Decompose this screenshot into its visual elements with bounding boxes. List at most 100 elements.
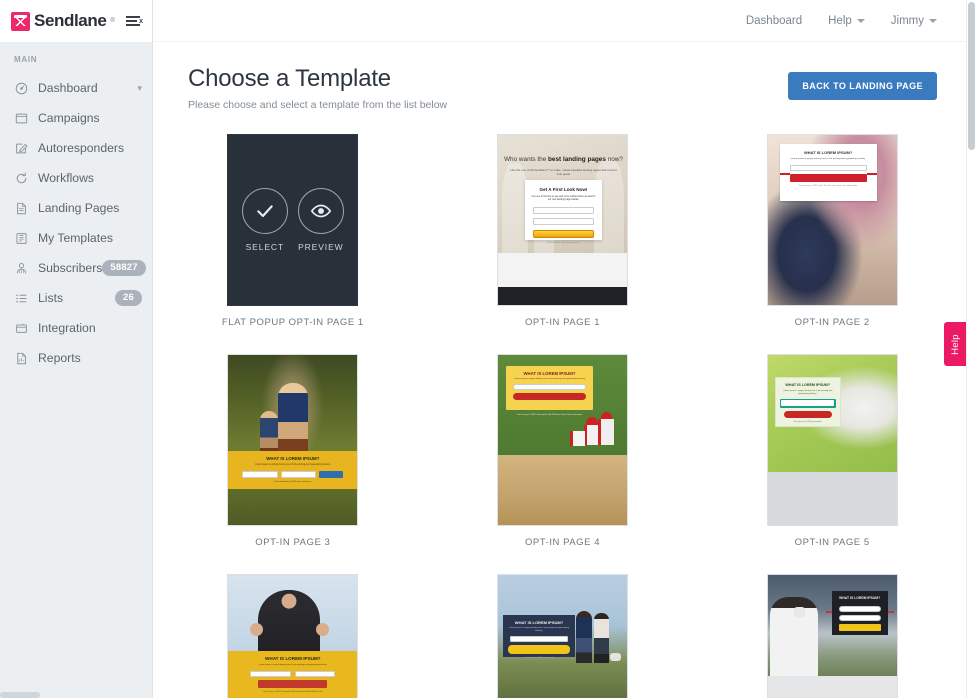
template-card[interactable]: WHAT IS LOREM IPSUM? Lorem Ipsum is simp… [727,134,937,328]
thumb-person [258,590,321,652]
template-preview-action[interactable]: PREVIEW [297,188,344,252]
thumb-cta-button [507,645,570,654]
sidebar-horizontal-scrollbar[interactable] [0,692,152,698]
template-card[interactable]: WHAT IS LOREM IPSUM? Lorem Ipsum is simp… [458,354,668,548]
template-thumbnail[interactable]: WHAT IS LOREM IPSUM? Lorem Ipsum is simp… [766,134,898,306]
thumb-form-sub: Lorem Ipsum is simply dummy text of the … [258,664,327,666]
brand-trademark: ® [110,18,115,24]
template-thumbnail[interactable]: WHAT IS LOREM IPSUM? Lorem Ipsum is simp… [496,354,628,526]
template-hover-overlay: SELECT PREVIEW [228,135,358,305]
thumb-field [509,636,568,642]
thumb-footnote: Your privacy is 100% safe. We will never… [798,185,858,188]
content-scroll-region: Choose a Template Please choose and sele… [153,42,975,698]
thumb-form-sub: Get one of the first to see and to be no… [531,195,596,202]
sidebar-item-my-templates[interactable]: My Templates [0,223,152,253]
sidebar-item-reports[interactable]: Reports [0,343,152,373]
thumb-field [789,165,867,172]
topbar-menu-help[interactable]: Help [828,15,865,27]
help-tab-label: Help [949,333,961,355]
sidebar-item-dashboard[interactable]: Dashboard ▾ [0,73,152,103]
template-select-action[interactable]: SELECT [241,188,288,252]
thumb-field [838,606,881,612]
thumb-form-title: WHAT IS LOREM IPSUM? [803,150,853,155]
sidebar-item-lists[interactable]: Lists 26 [0,283,152,313]
sidebar: Sendlane ® x MAIN Dashboard ▾ Campaigns [0,0,153,698]
template-thumbnail[interactable]: WHAT IS LOREM IPSUM? Lorem Ipsum is simp… [227,354,359,526]
thumb-form-title: Get A First Look Now! [539,187,588,192]
thumb-form: WHAT IS LOREM IPSUM? Lorem Ipsum is simp… [779,144,877,201]
collapse-sidebar-icon[interactable]: x [126,14,143,28]
brand-logo[interactable]: Sendlane ® [11,11,115,31]
template-thumbnail[interactable]: WHAT IS LOREM IPSUM? Lorem Ipsum is simp… [496,574,628,698]
main-area: Dashboard Help Jimmy Choose a Template P… [153,0,975,698]
thumb-cta-button [789,174,867,183]
template-name: OPT-IN PAGE 5 [794,537,870,548]
thumb-footnote: 100% Secure. We hate spam too. [547,241,580,244]
topbar-link-dashboard[interactable]: Dashboard [746,15,802,27]
eye-icon [297,188,344,234]
page-header: Choose a Template Please choose and sele… [188,64,937,111]
thumb-field [242,471,278,478]
template-card[interactable]: WHAT IS LOREM IPSUM? Lorem Ipsum is simp… [188,354,398,548]
sidebar-item-label: My Templates [38,231,113,245]
landing-pages-icon [14,201,29,216]
template-card[interactable]: WHAT IS LOREM IPSUM? Lorem Ipsum is simp… [188,574,398,698]
help-tab-button[interactable]: Help [944,322,966,366]
thumb-cta-button [783,410,832,418]
thumb-cta-button [319,471,344,478]
topbar-help-label: Help [828,14,852,27]
sidebar-item-campaigns[interactable]: Campaigns [0,103,152,133]
thumb-empty-section [767,472,897,525]
subscribers-icon [14,261,29,276]
thumb-form-title: WHAT IS LOREM IPSUM? [785,383,830,387]
thumb-form: WHAT IS LOREM IPSUM? Lorem Ipsum is simp… [228,651,358,698]
chevron-down-icon [856,18,865,23]
sidebar-item-subscribers[interactable]: Subscribers 58827 [0,253,152,283]
thumb-subheadline: Like the one I built Sendlane™ to make, … [510,168,617,176]
thumb-headline: Who wants the best landing pages now? [503,156,623,163]
page-scrollbar-thumb[interactable] [968,2,975,150]
sidebar-section-title: MAIN [14,55,38,64]
thumb-form: WHAT IS LOREM IPSUM? [831,591,888,635]
sidebar-item-label: Workflows [38,171,94,185]
template-thumbnail[interactable]: WHAT IS LOREM IPSUM? Lorem Ipsum is simp… [766,354,898,526]
sidebar-item-integration[interactable]: Integration [0,313,152,343]
thumb-form: Get A First Look Now! Get one of the fir… [524,180,602,244]
thumb-form: WHAT IS LOREM IPSUM? Lorem Ipsum is simp… [774,377,841,427]
chevron-down-icon [929,18,937,23]
template-name: OPT-IN PAGE 3 [255,537,331,548]
template-grid: SELECT PREVIEW FLAT POPUP OPT-IN PAGE 1 [188,134,937,698]
thumb-empty-section [767,676,897,698]
page-subtitle: Please choose and select a template from… [188,99,448,111]
thumb-footnote: Your Privacy Is 100% Guaranteed. We Will… [516,414,583,416]
topbar: Dashboard Help Jimmy [153,0,975,42]
topbar-menu-user[interactable]: Jimmy [891,15,937,27]
thumb-field [250,671,291,677]
sidebar-item-label: Campaigns [38,111,100,125]
check-icon [241,188,288,234]
sidebar-item-label: Reports [38,351,81,365]
sidebar-header: Sendlane ® x [0,0,152,42]
template-card[interactable]: WHAT IS LOREM IPSUM? [727,574,937,698]
campaigns-icon [14,111,29,126]
thumb-form-sub: Lorem Ipsum is simply dummy text of the … [513,378,586,380]
back-to-landing-page-button[interactable]: BACK TO LANDING PAGE [788,72,937,100]
thumb-form-title: WHAT IS LOREM IPSUM? [839,596,881,600]
template-card[interactable]: Who wants the best landing pages now? Li… [458,134,668,328]
sidebar-item-label: Integration [38,321,96,335]
template-thumbnail[interactable]: SELECT PREVIEW [227,134,359,306]
template-thumbnail[interactable]: WHAT IS LOREM IPSUM? Lorem Ipsum is simp… [227,574,359,698]
thumb-field [838,615,881,621]
sidebar-item-landing-pages[interactable]: Landing Pages [0,193,152,223]
template-card[interactable]: SELECT PREVIEW FLAT POPUP OPT-IN PAGE 1 [188,134,398,328]
page-scrollbar[interactable] [966,0,975,698]
thumb-form: WHAT IS LOREM IPSUM? Lorem Ipsum is simp… [228,451,358,489]
template-card[interactable]: WHAT IS LOREM IPSUM? Lorem Ipsum is simp… [458,574,668,698]
template-thumbnail[interactable]: WHAT IS LOREM IPSUM? [766,574,898,698]
template-thumbnail[interactable]: Who wants the best landing pages now? Li… [496,134,628,306]
sidebar-item-workflows[interactable]: Workflows [0,163,152,193]
sidebar-item-autoresponders[interactable]: Autoresponders [0,133,152,163]
template-card[interactable]: WHAT IS LOREM IPSUM? Lorem Ipsum is simp… [727,354,937,548]
thumb-cta-button [838,624,881,631]
sidebar-item-label: Autoresponders [38,141,125,155]
